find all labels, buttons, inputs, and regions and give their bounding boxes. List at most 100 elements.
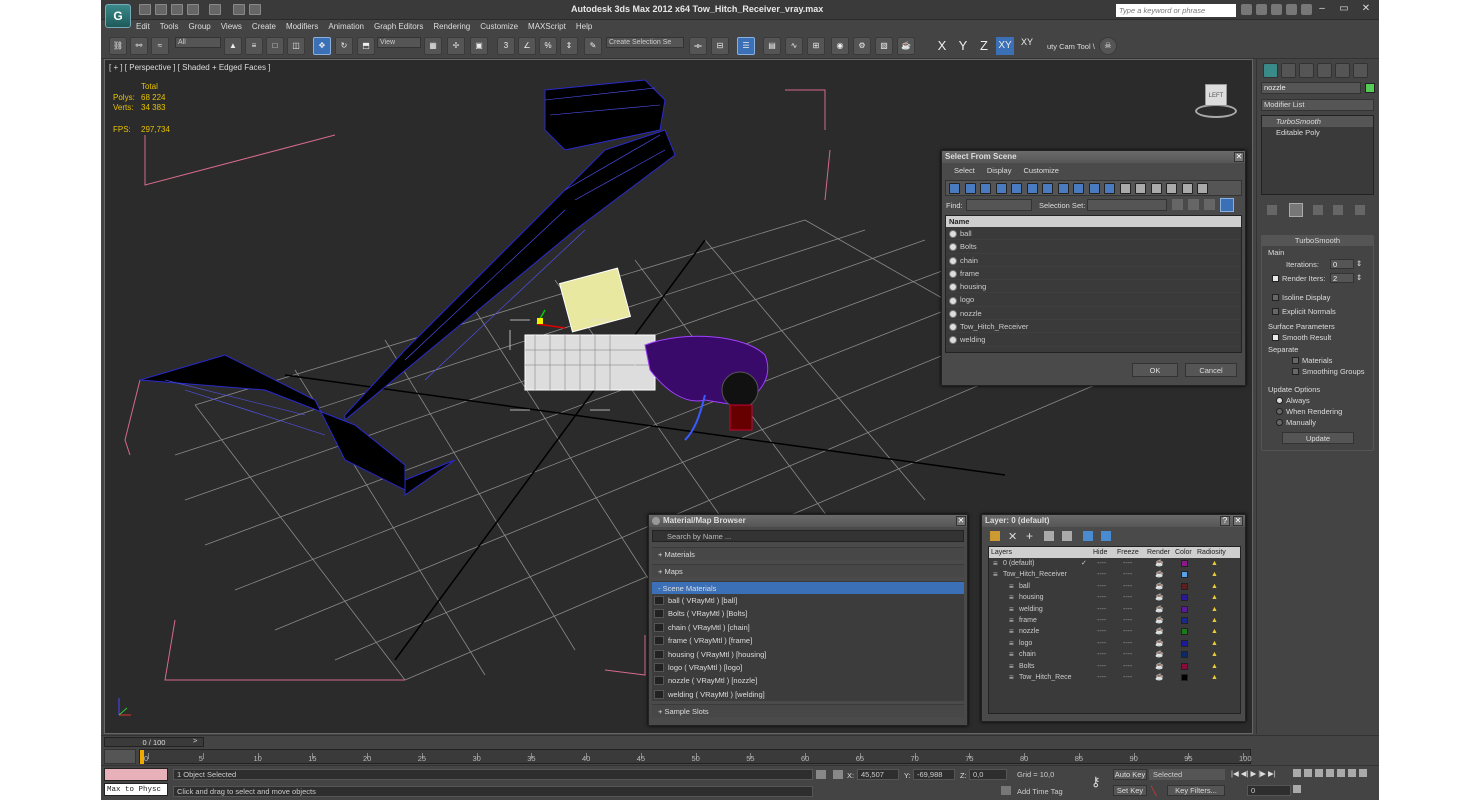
object-list-item[interactable]: ball [946,227,1241,241]
save-file-icon[interactable] [171,4,183,15]
render-teapot-icon[interactable]: ☕ [1155,661,1164,672]
render-teapot-icon[interactable]: ☕ [1155,558,1164,569]
motion-tab-icon[interactable] [1317,63,1332,78]
utilities-tab-icon[interactable] [1353,63,1368,78]
layer-row[interactable]: ≡ nozzle ---- ---- ☕ ▲ [989,626,1240,637]
new-file-icon[interactable] [139,4,151,15]
curve-editor-icon[interactable]: ∿ [785,37,803,55]
name-column-header[interactable]: Name [946,216,1241,227]
layer-row[interactable]: ≡ logo ---- ---- ☕ ▲ [989,638,1240,649]
zoom-extents-all-icon[interactable] [1326,769,1334,777]
favorites-star-icon[interactable] [1286,4,1297,15]
radiosity-bulb-icon[interactable]: ▲ [1211,661,1218,672]
layer-color-swatch[interactable] [1181,662,1188,670]
hide-toggle[interactable]: ---- [1097,581,1106,592]
object-list-item[interactable]: welding [946,333,1241,347]
layer-color-swatch[interactable] [1181,639,1188,647]
play-icon[interactable]: ▶ [1250,769,1256,781]
modifier-list-dropdown[interactable]: Modifier List [1261,99,1374,111]
hide-toggle[interactable]: ---- [1097,638,1106,649]
object-list-item[interactable]: housing [946,280,1241,294]
open-file-icon[interactable] [155,4,167,15]
x-coordinate-field[interactable]: 45,507 [857,769,899,780]
sync-selection-icon[interactable] [1181,183,1193,194]
zoom-icon[interactable] [1293,769,1301,777]
layer-row[interactable]: ≡ 0 (default) ✓ ---- ---- ☕ ▲ [989,558,1240,569]
smooth-result-checkbox[interactable] [1272,334,1279,341]
named-selection-sets-dropdown[interactable]: Create Selection Se [606,37,684,48]
perspective-viewport[interactable]: [ + ] [ Perspective ] [ Shaded + Edged F… [104,59,1253,734]
render-teapot-icon[interactable]: ☕ [1155,581,1164,592]
set-key-mode-icon[interactable]: ⚷ [1091,774,1101,790]
subscription-icon[interactable] [1256,4,1267,15]
radiosity-bulb-icon[interactable]: ▲ [1211,558,1218,569]
radiosity-bulb-icon[interactable]: ▲ [1211,626,1218,637]
scene-material-item[interactable]: chain ( VRayMtl ) [chain] [652,621,964,634]
time-tag-icon[interactable] [1001,786,1011,795]
maximize-viewport-icon[interactable] [1293,784,1301,793]
set-key-button[interactable]: Set Key [1113,785,1147,796]
modifier-stack-turbosmooth[interactable]: TurboSmooth [1262,116,1373,127]
display-groups-icon[interactable] [1042,183,1053,194]
select-scale-icon[interactable]: ⬒ [357,37,375,55]
quick-access-dropdown-icon[interactable] [249,4,261,15]
display-all-icon[interactable] [1135,183,1146,194]
window-crossing-icon[interactable]: ◫ [287,37,305,55]
create-layer-icon[interactable] [990,531,1000,541]
layer-color-swatch[interactable] [1181,571,1188,579]
freeze-toggle[interactable]: ---- [1123,592,1132,603]
freeze-toggle[interactable]: ---- [1123,638,1132,649]
add-to-layer-icon[interactable]: + [1026,529,1033,543]
remove-modifier-icon[interactable] [1333,205,1343,215]
hide-toggle[interactable]: ---- [1097,672,1106,683]
viewcube[interactable]: LEFT [1195,80,1237,122]
layer-list[interactable]: Layers Hide Freeze Render Color Radiosity ≡ 0 … [988,546,1241,714]
key-filters-button[interactable]: Key Filters... [1167,785,1225,796]
render-iters-spinner-arrows-icon[interactable]: ⇕ [1356,273,1362,282]
display-shapes-icon[interactable] [964,183,976,194]
display-none-icon[interactable] [1150,183,1162,194]
mirror-icon[interactable]: ⟚ [689,37,707,55]
rect-selection-icon[interactable]: □ [266,37,284,55]
set-key-pen-icon[interactable]: ╲ [1151,786,1165,796]
radiosity-bulb-icon[interactable]: ▲ [1211,604,1218,615]
hide-toggle[interactable]: ---- [1097,604,1106,615]
display-cameras-icon[interactable] [995,183,1007,194]
browser-options-icon[interactable] [652,516,660,525]
radiosity-bulb-icon[interactable]: ▲ [1211,615,1218,626]
object-list-item[interactable]: logo [946,293,1241,307]
communication-center-icon[interactable] [1271,4,1282,15]
make-unique-icon[interactable] [1313,205,1323,215]
hide-toggle[interactable]: ---- [1097,569,1106,580]
add-time-tag[interactable]: Add Time Tag [1013,786,1085,797]
hide-toggle[interactable]: ---- [1097,615,1106,626]
field-of-view-icon[interactable] [1337,769,1345,777]
materials-category[interactable]: + Materials [652,547,964,560]
selection-set-dropdown[interactable] [1087,199,1167,211]
update-manually-radio[interactable] [1276,419,1283,426]
layer-row[interactable]: ≡ chain ---- ---- ☕ ▲ [989,649,1240,660]
layer-color-swatch[interactable] [1181,628,1188,636]
rendered-frame-icon[interactable]: ▧ [875,37,893,55]
create-tab-icon[interactable] [1263,63,1278,78]
render-teapot-icon[interactable]: ☕ [1155,569,1164,580]
keyboard-shortcut-icon[interactable]: ▣ [470,37,488,55]
zoom-extents-icon[interactable] [1315,769,1323,777]
selection-filter-dropdown[interactable]: All [175,37,221,48]
hide-toggle[interactable]: ---- [1097,592,1106,603]
close-icon[interactable]: ✕ [956,516,966,526]
axis-z-button[interactable]: Z [975,37,993,55]
orbit-icon[interactable] [1359,769,1367,777]
menu-create[interactable]: Create [247,20,281,33]
menu-tools[interactable]: Tools [155,20,184,33]
freeze-toggle[interactable]: ---- [1123,581,1132,592]
render-teapot-icon[interactable]: ☕ [1155,615,1164,626]
find-input[interactable] [966,199,1032,211]
layer-row[interactable]: ≡ Tow_Hitch_Receiver ---- ---- ☕ ▲ [989,569,1240,580]
mini-curve-editor-icon[interactable] [104,749,136,764]
menu-edit[interactable]: Edit [131,20,155,33]
layer-color-swatch[interactable] [1181,582,1188,590]
freeze-toggle[interactable]: ---- [1123,661,1132,672]
z-coordinate-field[interactable]: 0,0 [969,769,1007,780]
axis-xy-cycle-button[interactable]: XY [1018,37,1036,55]
